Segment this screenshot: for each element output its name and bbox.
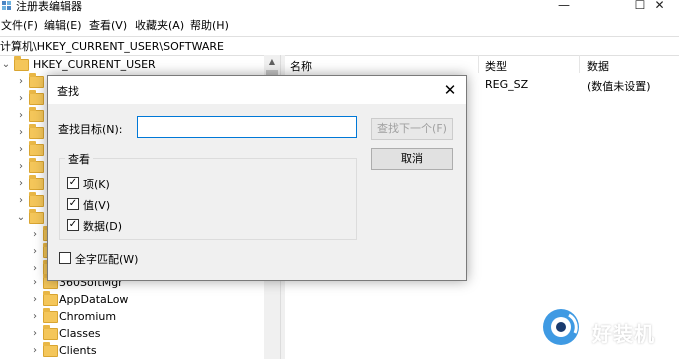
folder-icon [43,325,58,340]
tree-item-label: AppDataLow [59,293,129,306]
find-next-button[interactable]: 查找下一个(F) [371,118,453,140]
folder-icon [29,141,44,156]
folder-icon [29,175,44,190]
checkbox-unchecked-icon[interactable] [59,252,71,264]
folder-icon [29,209,44,224]
folder-icon [43,342,58,357]
column-header-data[interactable]: 数据 [587,58,609,74]
find-what-input[interactable] [137,116,357,138]
tree-item-partial[interactable]: › [0,141,47,159]
window-title: 注册表编辑器 [16,0,82,13]
scroll-up-arrow-icon[interactable]: ▲ [264,55,280,69]
value-type: REG_SZ [485,78,529,91]
cancel-button[interactable]: 取消 [371,148,453,170]
checkbox-checked-icon[interactable]: ✓ [67,219,79,231]
close-icon[interactable]: ✕ [440,80,460,100]
address-bar[interactable]: 计算机\HKEY_CURRENT_USER\SOFTWARE [0,36,679,56]
folder-icon [43,308,58,323]
watermark-logo-icon [543,309,579,345]
column-separator[interactable] [478,55,479,73]
look-at-legend: 查看 [65,151,93,167]
folder-icon [29,107,44,122]
folder-icon [29,158,44,173]
values-label[interactable]: 值(V) [83,197,110,213]
folder-icon [29,124,44,139]
folder-icon [14,56,29,71]
tree-item-partial[interactable]: › [0,107,47,125]
chevron-right-icon[interactable]: › [16,93,26,105]
tree-item-label: Chromium [59,310,117,323]
tree-item-classes[interactable]: › Classes [0,325,264,343]
folder-icon [29,73,44,88]
find-dialog: 查找 ✕ 查找目标(N): 查找下一个(F) 取消 查看 ✓ 项(K) ✓ 值(… [47,75,467,281]
tree-item-chromium[interactable]: › Chromium [0,308,264,326]
tree-item-appdatalow[interactable]: › AppDataLow [0,291,264,309]
match-whole-checkbox[interactable]: 全字匹配(W) [59,251,149,267]
chevron-right-icon[interactable]: › [30,229,40,241]
tree-item-label: Clients [59,344,97,357]
tree-item-partial[interactable]: › [0,175,47,193]
title-bar: 注册表编辑器 — ☐ ✕ [0,0,679,14]
chevron-right-icon[interactable]: › [30,294,40,306]
column-separator[interactable] [579,55,580,73]
folder-icon [43,291,58,306]
chevron-right-icon[interactable]: › [30,328,40,340]
tree-item-software[interactable]: ⌄ [0,209,47,227]
tree-item-clients[interactable]: › Clients [0,342,264,359]
find-what-label: 查找目标(N): [58,123,123,136]
address-path[interactable]: 计算机\HKEY_CURRENT_USER\SOFTWARE [0,38,224,54]
checkbox-checked-icon[interactable]: ✓ [67,177,79,189]
tree-item-partial[interactable]: › [0,73,47,91]
chevron-right-icon[interactable]: › [16,195,26,207]
chevron-right-icon[interactable]: › [16,127,26,139]
tree-item-label: HKEY_CURRENT_USER [33,58,156,71]
menu-favorites[interactable]: 收藏夹(A) [135,17,184,33]
column-header-name[interactable]: 名称 [290,58,312,74]
chevron-right-icon[interactable]: › [30,246,40,258]
menu-view[interactable]: 查看(V) [89,17,127,33]
keys-checkbox[interactable]: ✓ 项(K) [67,176,127,192]
data-label[interactable]: 数据(D) [83,218,122,234]
watermark-text: 好装机 [592,322,655,346]
chevron-right-icon[interactable]: › [30,263,40,275]
menu-edit[interactable]: 编辑(E) [44,17,82,33]
folder-icon [29,192,44,207]
regedit-app-icon [2,1,11,10]
dialog-title-bar[interactable]: 查找 ✕ [48,76,466,104]
tree-item-partial[interactable]: › [0,158,47,176]
tree-item-partial[interactable]: › [0,243,58,261]
chevron-right-icon[interactable]: › [30,345,40,357]
chevron-right-icon[interactable]: › [16,110,26,122]
keys-label[interactable]: 项(K) [83,176,110,192]
folder-icon [29,90,44,105]
chevron-right-icon[interactable]: › [16,76,26,88]
tree-item-label: Classes [59,327,101,340]
column-header-type[interactable]: 类型 [485,58,507,74]
dialog-title: 查找 [57,85,79,98]
chevron-right-icon[interactable]: › [30,277,40,289]
chevron-right-icon[interactable]: › [16,161,26,173]
match-whole-label[interactable]: 全字匹配(W) [75,251,138,267]
menu-bar: 文件(F) 编辑(E) 查看(V) 收藏夹(A) 帮助(H) [0,15,679,35]
chevron-right-icon[interactable]: › [16,144,26,156]
tree-item-hkcu[interactable]: ⌄ HKEY_CURRENT_USER [0,56,264,74]
chevron-right-icon[interactable]: › [16,178,26,190]
tree-item-partial[interactable]: › [0,226,58,244]
value-data: (数值未设置) [587,80,651,93]
menu-help[interactable]: 帮助(H) [190,17,229,33]
tree-item-partial[interactable]: › [0,90,47,108]
tree-item-partial[interactable]: › [0,192,47,210]
close-button[interactable]: ✕ [640,0,679,12]
minimize-button[interactable]: — [541,0,587,12]
values-checkbox[interactable]: ✓ 值(V) [67,197,127,213]
chevron-right-icon[interactable]: › [30,311,40,323]
data-checkbox[interactable]: ✓ 数据(D) [67,218,137,234]
chevron-down-icon[interactable]: ⌄ [1,59,11,71]
menu-file[interactable]: 文件(F) [1,17,38,33]
checkbox-checked-icon[interactable]: ✓ [67,198,79,210]
chevron-down-icon[interactable]: ⌄ [16,212,26,224]
tree-item-partial[interactable]: › [0,124,47,142]
